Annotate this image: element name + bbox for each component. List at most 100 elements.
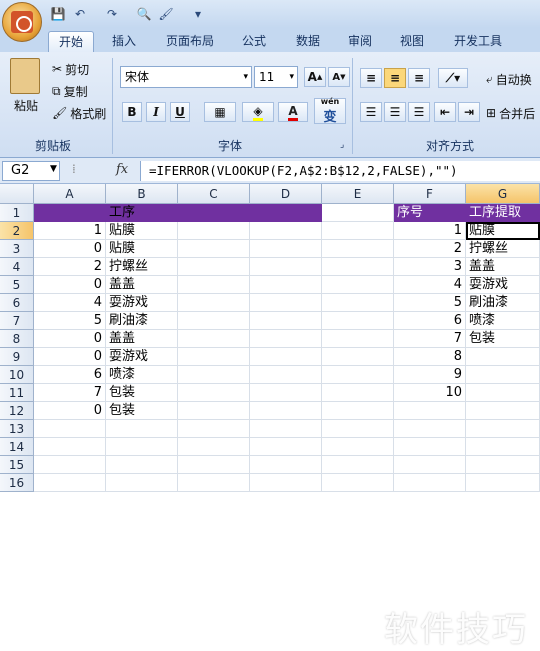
cell-A10[interactable]: 6 <box>34 366 106 384</box>
cell-A13[interactable] <box>34 420 106 438</box>
cell-B4[interactable]: 拧螺丝 <box>106 258 178 276</box>
cell-F14[interactable] <box>394 438 466 456</box>
cell-G2[interactable]: 贴膜 <box>466 222 540 240</box>
cell-F15[interactable] <box>394 456 466 474</box>
cell-A15[interactable] <box>34 456 106 474</box>
cell-G4[interactable]: 盖盖 <box>466 258 540 276</box>
cell-G14[interactable] <box>466 438 540 456</box>
cell-A2[interactable]: 1 <box>34 222 106 240</box>
cell-G7[interactable]: 喷漆 <box>466 312 540 330</box>
cell-C15[interactable] <box>178 456 250 474</box>
cell-D10[interactable] <box>250 366 322 384</box>
cell-D2[interactable] <box>250 222 322 240</box>
cell-F1[interactable]: 序号 <box>394 204 466 222</box>
cell-A8[interactable]: 0 <box>34 330 106 348</box>
cell-C8[interactable] <box>178 330 250 348</box>
cell-D1[interactable] <box>250 204 322 222</box>
cell-C5[interactable] <box>178 276 250 294</box>
cell-F16[interactable] <box>394 474 466 492</box>
cell-G6[interactable]: 刷油漆 <box>466 294 540 312</box>
column-header-C[interactable]: C <box>178 184 250 204</box>
grow-font-button[interactable]: A ▲ <box>304 67 326 87</box>
cell-G11[interactable] <box>466 384 540 402</box>
cell-B6[interactable]: 耍游戏 <box>106 294 178 312</box>
tab-data[interactable]: 数据 <box>286 31 330 52</box>
tab-insert[interactable]: 插入 <box>102 31 146 52</box>
cell-A9[interactable]: 0 <box>34 348 106 366</box>
fill-color-button[interactable]: ◈ <box>242 102 274 122</box>
cell-C3[interactable] <box>178 240 250 258</box>
cell-B10[interactable]: 喷漆 <box>106 366 178 384</box>
column-header-D[interactable]: D <box>250 184 322 204</box>
cell-B3[interactable]: 贴膜 <box>106 240 178 258</box>
align-left-button[interactable]: ☰ <box>360 102 382 122</box>
row-header[interactable]: 7 <box>0 312 34 330</box>
redo-icon[interactable]: ↷ <box>104 6 120 22</box>
row-header[interactable]: 9 <box>0 348 34 366</box>
cell-B8[interactable]: 盖盖 <box>106 330 178 348</box>
italic-button[interactable]: I <box>146 102 166 122</box>
row-header[interactable]: 4 <box>0 258 34 276</box>
cell-F11[interactable]: 10 <box>394 384 466 402</box>
cell-C10[interactable] <box>178 366 250 384</box>
paste-icon[interactable] <box>10 58 40 94</box>
cell-C11[interactable] <box>178 384 250 402</box>
row-header[interactable]: 10 <box>0 366 34 384</box>
cell-E14[interactable] <box>322 438 394 456</box>
office-button[interactable] <box>2 2 42 42</box>
cell-C14[interactable] <box>178 438 250 456</box>
cell-A7[interactable]: 5 <box>34 312 106 330</box>
cell-G15[interactable] <box>466 456 540 474</box>
cell-C2[interactable] <box>178 222 250 240</box>
column-header-E[interactable]: E <box>322 184 394 204</box>
cell-B14[interactable] <box>106 438 178 456</box>
row-header[interactable]: 1 <box>0 204 34 222</box>
cell-F8[interactable]: 7 <box>394 330 466 348</box>
cell-G12[interactable] <box>466 402 540 420</box>
row-header[interactable]: 12 <box>0 402 34 420</box>
insert-function-icon[interactable]: fx <box>116 162 128 177</box>
bold-button[interactable]: B <box>122 102 142 122</box>
row-header[interactable]: 16 <box>0 474 34 492</box>
cell-D6[interactable] <box>250 294 322 312</box>
cell-E3[interactable] <box>322 240 394 258</box>
cell-E6[interactable] <box>322 294 394 312</box>
cell-D15[interactable] <box>250 456 322 474</box>
copy-button[interactable]: ⧉ 复制 <box>52 82 88 100</box>
font-color-button[interactable]: A <box>278 102 308 122</box>
cell-B2[interactable]: 贴膜 <box>106 222 178 240</box>
underline-button[interactable]: U <box>170 102 190 122</box>
cell-D11[interactable] <box>250 384 322 402</box>
cell-G8[interactable]: 包装 <box>466 330 540 348</box>
cell-A1[interactable] <box>34 204 106 222</box>
cell-E7[interactable] <box>322 312 394 330</box>
align-right-button[interactable]: ☰ <box>408 102 430 122</box>
font-size-box[interactable]: 11 ▾ <box>254 66 298 88</box>
cell-B5[interactable]: 盖盖 <box>106 276 178 294</box>
align-center-button[interactable]: ☰ <box>384 102 406 122</box>
row-header[interactable]: 13 <box>0 420 34 438</box>
cell-F3[interactable]: 2 <box>394 240 466 258</box>
cell-E13[interactable] <box>322 420 394 438</box>
customize-qat-icon[interactable]: ▾ <box>190 6 206 22</box>
row-header[interactable]: 8 <box>0 330 34 348</box>
tab-page-layout[interactable]: 页面布局 <box>158 31 222 52</box>
cell-F4[interactable]: 3 <box>394 258 466 276</box>
cell-D14[interactable] <box>250 438 322 456</box>
save-icon[interactable]: 💾 <box>50 6 66 22</box>
borders-button[interactable]: ▦ <box>204 102 236 122</box>
cell-E16[interactable] <box>322 474 394 492</box>
select-all-corner[interactable] <box>0 184 34 204</box>
cell-E2[interactable] <box>322 222 394 240</box>
cell-G10[interactable] <box>466 366 540 384</box>
cut-button[interactable]: ✂ 剪切 <box>52 60 89 78</box>
format-brush-qat-icon[interactable]: 🖌 <box>158 6 174 22</box>
cell-F2[interactable]: 1 <box>394 222 466 240</box>
cell-A12[interactable]: 0 <box>34 402 106 420</box>
paste-button[interactable]: 粘贴 <box>14 96 38 114</box>
tab-review[interactable]: 审阅 <box>338 31 382 52</box>
cell-F7[interactable]: 6 <box>394 312 466 330</box>
cell-E4[interactable] <box>322 258 394 276</box>
cell-D12[interactable] <box>250 402 322 420</box>
cell-C4[interactable] <box>178 258 250 276</box>
